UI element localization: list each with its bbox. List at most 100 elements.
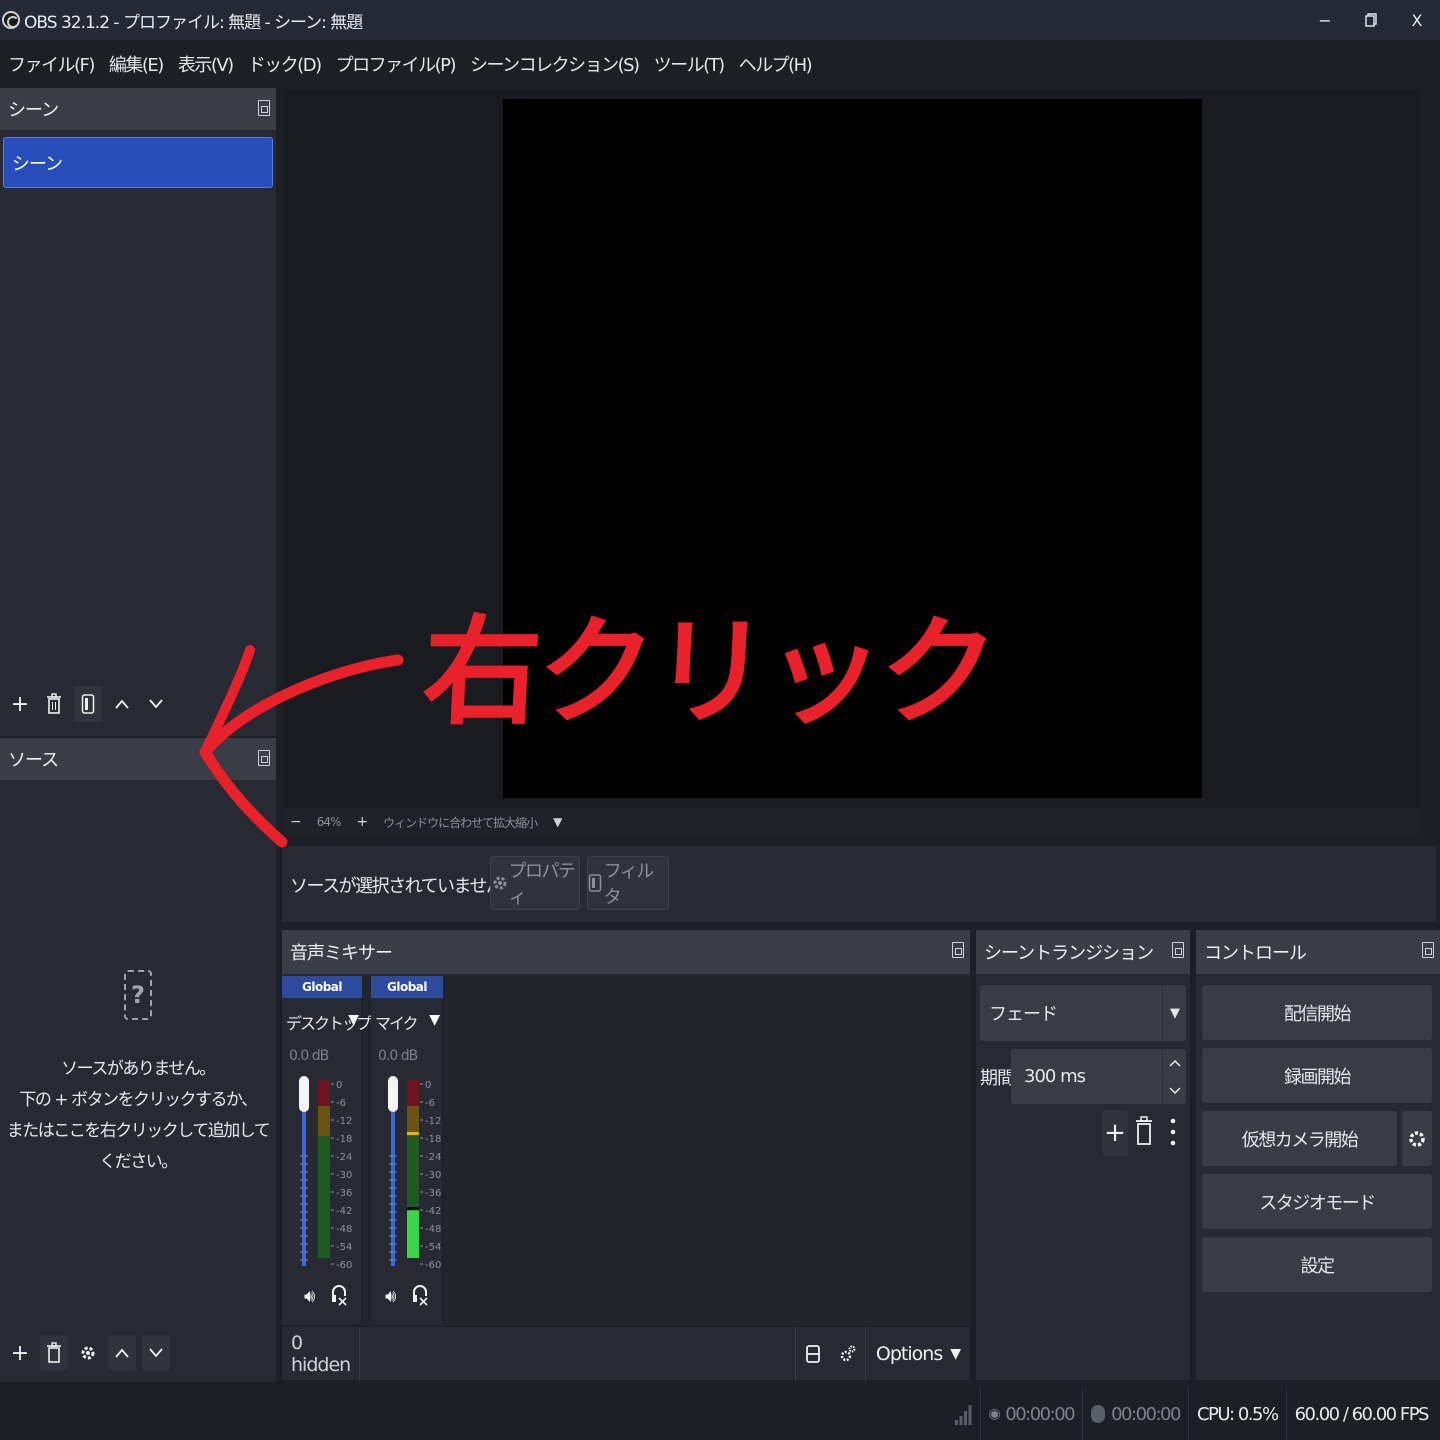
gear-icon [1409,1130,1425,1147]
sources-empty-state: ? ソースがありません。 下の + ボタンをクリックするか、 またはここを右クリ… [0,970,276,1178]
channel-volume-db: 0.0 dB [378,1048,418,1064]
meter-scale-label: -48 [336,1224,352,1235]
settings-button[interactable]: 設定 [1202,1237,1432,1292]
layout-icon [806,1344,821,1363]
menu-scene-collection[interactable]: シーンコレクション(S) [470,51,640,77]
monitor-off-icon[interactable] [411,1284,429,1310]
zoom-dropdown-button[interactable]: ▼ [553,815,562,829]
channel-menu-button[interactable]: ▼ [348,1012,359,1028]
mixer-advanced-settings-button[interactable] [831,1327,865,1381]
remove-scene-button[interactable] [40,686,68,722]
source-properties-button[interactable] [74,1335,102,1371]
menu-file[interactable]: ファイル(F) [8,51,95,77]
obs-logo-icon [2,11,20,29]
title-bar: OBS 32.1.2 - プロファイル: 無題 - シーン: 無題 − X [0,0,1440,40]
meter-scale-label: -18 [425,1134,441,1145]
start-virtual-camera-button[interactable]: 仮想カメラ開始 [1202,1111,1397,1166]
move-source-up-button[interactable] [108,1335,136,1371]
dock-float-icon[interactable] [1422,942,1434,958]
close-button[interactable]: X [1394,0,1440,40]
volume-meter[interactable]: 0 -6 -12 -18 -24 -30 -36 -42 -48 -54 -60 [282,1076,362,1276]
zoom-out-button[interactable]: − [290,814,302,830]
transition-select[interactable]: フェード ▼ [980,985,1186,1041]
menu-profile[interactable]: プロファイル(P) [336,51,457,77]
add-scene-button[interactable]: + [6,686,34,722]
transition-properties-button[interactable] [1166,1116,1180,1152]
trash-icon [47,693,61,714]
window-title: OBS 32.1.2 - プロファイル: 無題 - シーン: 無題 [24,12,363,33]
mixer-options-button[interactable]: Options ▼ [864,1326,970,1381]
meter-scale-label: -24 [425,1152,441,1163]
properties-button[interactable]: プロパティ [490,856,580,910]
decrement-button[interactable] [1162,1077,1186,1104]
duration-spinbox[interactable]: 300 ms [1011,1049,1186,1104]
zoom-level: 64% [316,815,342,829]
mixer-layout-button[interactable] [794,1326,831,1381]
meter-scale-label: -42 [425,1206,441,1217]
speaker-icon[interactable]: 🔊︎ [385,1286,396,1307]
record-status: 00:00:00 [1082,1388,1188,1440]
meter-scale-label: -54 [336,1242,352,1253]
filters-button[interactable]: フィルタ [587,856,669,910]
dock-float-icon[interactable] [952,942,964,958]
status-bar: ◉ 00:00:00 00:00:00 CPU: 0.5% 60.00 / 60… [0,1388,1440,1440]
remove-source-button[interactable] [40,1335,68,1371]
speaker-icon[interactable]: 🔊︎ [304,1286,315,1307]
scene-filters-button[interactable] [74,686,102,722]
gear-icon [493,876,507,890]
scenes-dock-title: シーン [8,100,59,121]
volume-slider-handle[interactable] [388,1076,398,1112]
volume-meter[interactable]: 0 -6 -12 -18 -24 -30 -36 -42 -48 -54 -60 [371,1076,443,1276]
trash-icon [47,1342,61,1363]
start-streaming-button[interactable]: 配信開始 [1202,985,1432,1040]
move-source-down-button[interactable] [142,1335,170,1371]
add-source-button[interactable]: + [6,1335,34,1371]
scene-list-item[interactable]: シーン [3,137,273,188]
channel-tag: Global [282,976,362,998]
meter-scale-label: -60 [425,1260,441,1271]
record-time: 00:00:00 [1111,1403,1181,1425]
dock-float-icon[interactable] [1172,942,1184,958]
menu-help[interactable]: ヘルプ(H) [739,51,813,77]
menu-docks[interactable]: ドック(D) [248,51,322,77]
channel-name[interactable]: マイク [375,1010,419,1034]
hidden-count[interactable]: 0 hidden [282,1326,360,1381]
zoom-in-button[interactable]: + [356,814,368,830]
meter-scale-label: -18 [336,1134,352,1145]
audio-mixer-header: 音声ミキサー [282,930,970,974]
question-icon: ? [124,970,152,1020]
channel-tag: Global [371,976,443,998]
meter-yellow-zone [318,1106,330,1136]
remove-transition-button[interactable] [1134,1114,1154,1154]
meter-scale-label: 0 [336,1080,342,1091]
chevron-down-icon [1168,1086,1181,1094]
trash-icon [1136,1116,1152,1145]
meter-scale-label: -24 [336,1152,352,1163]
menu-tools[interactable]: ツール(T) [654,51,726,77]
move-scene-up-button[interactable] [108,686,136,722]
chevron-down-icon: ▼ [1162,985,1186,1041]
scene-transitions-title: シーントランジション [984,943,1154,964]
restore-button[interactable] [1348,0,1394,40]
increment-button[interactable] [1162,1049,1186,1076]
annotation-text: 右クリック [419,603,998,741]
menu-view[interactable]: 表示(V) [178,51,234,77]
add-transition-button[interactable]: + [1102,1110,1128,1156]
move-scene-down-button[interactable] [142,686,170,722]
monitor-off-icon[interactable] [330,1284,348,1310]
volume-slider-handle[interactable] [299,1076,309,1112]
dock-float-icon[interactable] [258,100,270,116]
zoom-fit-label[interactable]: ウィンドウに合わせて拡大縮小 [383,814,538,831]
channel-menu-button[interactable]: ▼ [429,1012,440,1028]
start-recording-button[interactable]: 録画開始 [1202,1048,1432,1103]
stream-icon: ◉ [988,1406,1001,1422]
sources-dock-header: ソース [0,738,276,780]
stream-status: ◉ 00:00:00 [979,1388,1083,1440]
studio-mode-button[interactable]: スタジオモード [1202,1174,1432,1229]
menu-edit[interactable]: 編集(E) [109,51,164,77]
chevron-up-icon [1168,1059,1181,1067]
minimize-button[interactable]: − [1302,0,1348,40]
restore-icon [1365,13,1377,27]
dock-float-icon[interactable] [258,750,270,766]
virtual-camera-settings-button[interactable] [1402,1111,1432,1166]
